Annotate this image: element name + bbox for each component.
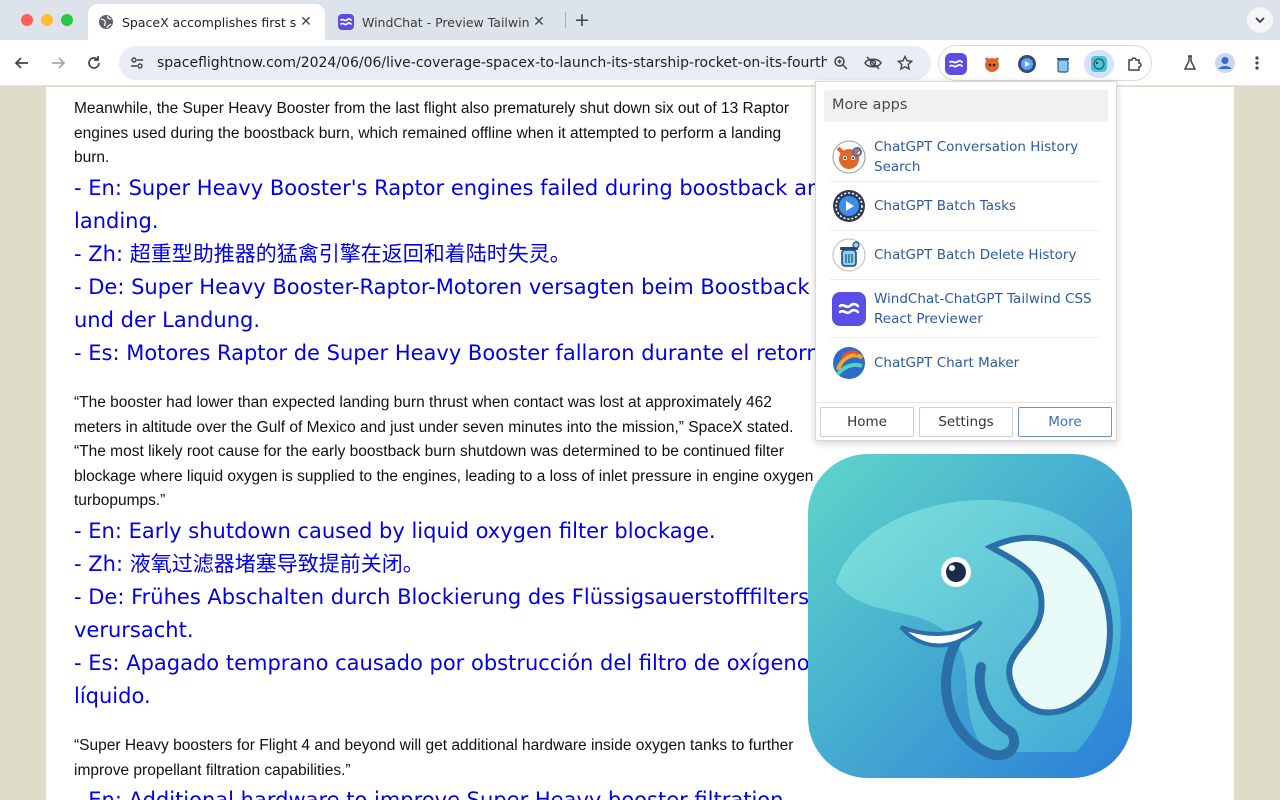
translation-line: verursacht. (74, 618, 194, 642)
trash-robot-icon (832, 238, 866, 272)
extensions-area (938, 45, 1152, 81)
tab-strip: SpaceX accomplishes first sc ✕ WindChat … (0, 0, 1280, 40)
translation-line: líquido. (74, 684, 151, 708)
minimize-window-button[interactable] (41, 14, 53, 26)
elephant-extension-icon[interactable] (1084, 50, 1114, 78)
tab-title: SpaceX accomplishes first sc (122, 14, 297, 30)
tab-spacex[interactable]: SpaceX accomplishes first sc ✕ (88, 4, 325, 40)
tab-search-button[interactable] (1247, 7, 1273, 33)
translation-line: - Zh: 超重型助推器的猛禽引擎在返回和着陆时失灵。 (74, 242, 571, 266)
translation-line: - De: Super Heavy Booster-Raptor-Motoren… (74, 275, 810, 299)
play-badge-icon (832, 189, 866, 223)
article-paragraph: Meanwhile, the Super Heavy Booster from … (74, 100, 790, 166)
app-name: ChatGPT Batch Tasks (874, 198, 1016, 214)
app-name: ChatGPT Batch Delete History (874, 247, 1077, 263)
app-item-conversation-history-search[interactable]: ChatGPT Conversation History Search (830, 132, 1100, 182)
bookmark-star-icon[interactable] (895, 53, 915, 73)
arrow-left-icon (14, 57, 28, 69)
tab-windchat[interactable]: WindChat - Preview Tailwind ✕ (328, 4, 558, 40)
translation-line: - De: Frühes Abschalten durch Blockierun… (74, 585, 810, 609)
tab-title: WindChat - Preview Tailwind (362, 14, 530, 30)
close-tab-icon[interactable]: ✕ (530, 13, 548, 31)
app-item-batch-delete-history[interactable]: ChatGPT Batch Delete History (830, 231, 1100, 280)
trash-robot-icon[interactable] (1052, 53, 1074, 75)
app-item-windchat-previewer[interactable]: WindChat-ChatGPT Tailwind CSS React Prev… (830, 280, 1100, 338)
globe-icon (98, 14, 114, 30)
address-bar[interactable]: spaceflightnow.com/2024/06/06/live-cover… (119, 46, 931, 80)
article-paragraph: “The booster had lower than expected lan… (74, 394, 814, 509)
extension-popup: More apps ChatGPT Conversation History S… (815, 81, 1117, 441)
menu-kebab-icon[interactable] (1245, 51, 1269, 75)
zoom-icon[interactable] (831, 53, 851, 73)
site-settings-icon[interactable] (127, 53, 147, 73)
translation-line: - En: Additional hardware to improve Sup… (74, 788, 791, 800)
app-name: ChatGPT Conversation History Search (874, 138, 1079, 175)
play-badge-icon[interactable] (1016, 53, 1038, 75)
windchat-icon[interactable] (945, 53, 967, 75)
reload-icon (88, 56, 100, 69)
popup-footer: Home Settings More (816, 402, 1116, 440)
popup-header: More apps (824, 90, 1108, 122)
fox-icon[interactable] (981, 53, 1003, 75)
forward-button[interactable] (46, 51, 70, 75)
app-name: WindChat-ChatGPT Tailwind CSS React Prev… (874, 290, 1092, 327)
windchat-icon (832, 291, 866, 326)
new-tab-button[interactable]: + (571, 9, 593, 31)
fox-icon (832, 140, 866, 174)
app-item-batch-tasks[interactable]: ChatGPT Batch Tasks (830, 182, 1100, 231)
close-window-button[interactable] (21, 14, 33, 26)
chart-swirl-icon (832, 346, 866, 380)
app-item-chart-maker[interactable]: ChatGPT Chart Maker (830, 338, 1100, 388)
url-text[interactable]: spaceflightnow.com/2024/06/06/live-cover… (157, 55, 827, 71)
app-name: ChatGPT Chart Maker (874, 355, 1020, 371)
translation-line: - En: Early shutdown caused by liquid ox… (74, 519, 716, 543)
labs-flask-icon[interactable] (1178, 51, 1202, 75)
profile-avatar-icon[interactable] (1213, 51, 1237, 75)
eye-slash-icon[interactable] (863, 53, 883, 73)
more-button[interactable]: More (1018, 407, 1112, 437)
translation-line: und der Landung. (74, 308, 261, 332)
close-tab-icon[interactable]: ✕ (297, 13, 315, 31)
zoom-window-button[interactable] (61, 14, 73, 26)
reload-button[interactable] (82, 51, 106, 75)
translation-line: landing. (74, 209, 159, 233)
translation-line: - Zh: 液氧过滤器堵塞导致提前关闭。 (74, 552, 424, 576)
browser-toolbar: spaceflightnow.com/2024/06/06/live-cover… (0, 40, 1280, 86)
chevron-down-icon (1255, 17, 1265, 24)
elephant-logo-icon (806, 452, 1134, 780)
arrow-right-icon (52, 57, 66, 69)
windchat-icon (338, 14, 354, 30)
home-button[interactable]: Home (820, 407, 914, 437)
back-button[interactable] (10, 51, 34, 75)
translation-line: - En: Super Heavy Booster's Raptor engin… (74, 176, 834, 200)
puzzle-icon[interactable] (1124, 53, 1146, 75)
translation-line: - Es: Apagado temprano causado por obstr… (74, 651, 810, 675)
article-paragraph: “Super Heavy boosters for Flight 4 and b… (74, 737, 794, 779)
translation-line: - Es: Motores Raptor de Super Heavy Boos… (74, 341, 839, 365)
tab-divider (565, 12, 566, 28)
settings-button[interactable]: Settings (919, 407, 1013, 437)
